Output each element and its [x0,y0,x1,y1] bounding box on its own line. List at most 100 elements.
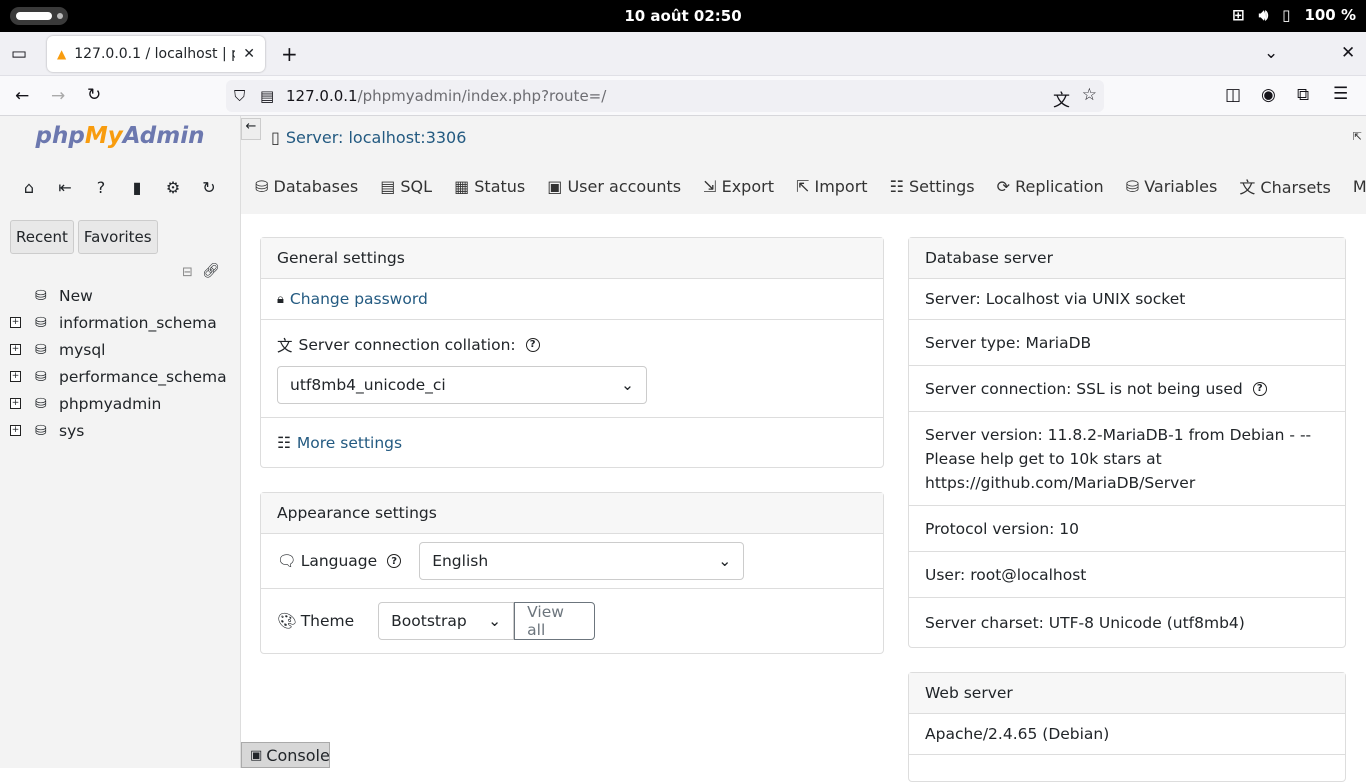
collapse-sidebar-icon[interactable]: ← [241,118,261,140]
expand-icon[interactable]: + [10,398,21,409]
help-icon[interactable]: ? [525,337,540,352]
home-icon[interactable]: ⌂ [20,178,38,197]
general-settings-card: General settings 🔒︎ Change password 文 Se… [260,237,884,468]
expand-icon[interactable]: + [10,317,21,328]
reload-nav-icon[interactable]: ↻ [200,178,218,197]
recent-button[interactable]: Recent [10,220,74,254]
collation-row: 文 Server connection collation: ? utf8mb4… [261,320,883,418]
pocket-icon[interactable]: ◫ [1225,85,1241,105]
url-bar[interactable]: ⛉ ▤ 127.0.0.1/phpmyadmin/index.php?route… [226,80,1104,112]
expand-icon[interactable]: + [10,371,21,382]
forward-icon[interactable]: → [51,86,65,106]
tab-more[interactable]: More ▾ [1353,177,1366,196]
pma-favicon-icon: ▲ [57,47,67,61]
tab-label: SQL [400,176,433,196]
gear-icon[interactable]: ⚙ [164,178,182,197]
browser-tab[interactable]: ▲ 127.0.0.1 / localhost | phpMyAdmin ✕ [47,36,265,72]
theme-select[interactable]: Bootstrap ⌄ [378,602,515,640]
tree-item-sys[interactable]: + ⛁ sys [10,417,235,444]
tab-export[interactable]: ⇲ Export [703,177,774,196]
server-icon: ▯ [271,127,280,147]
language-value: English [432,552,489,570]
card-title: Appearance settings [261,493,883,534]
collapse-all-icon[interactable]: ⊟ [182,265,193,280]
change-password-row: 🔒︎ Change password [261,279,883,320]
info-row: Protocol version: 10 [909,506,1345,552]
tree-item-new[interactable]: ⛁ New [10,282,235,309]
docs-icon[interactable]: ▮ [128,178,146,197]
account-icon[interactable]: ◉ [1261,85,1276,105]
network-icon: ⊞ [1232,6,1245,24]
close-window-icon[interactable]: ✕ [1341,43,1355,63]
collation-select[interactable]: utf8mb4_unicode_ci ⌄ [277,365,647,404]
help-icon[interactable]: ? [1252,381,1267,396]
close-tab-icon[interactable]: ✕ [243,46,255,62]
tree-label: mysql [59,340,106,359]
language-row: 🗨︎ Language ? English ⌄ [261,534,883,589]
pma-logo[interactable]: php My Admin [0,116,240,156]
pma-sidebar: php My Admin ⌂ ⇤ ? ▮ ⚙ ↻ Recent Favorites … [0,116,241,768]
list-tabs-icon[interactable]: ⌄ [1264,43,1278,63]
database-icon: ⛁ [35,314,47,331]
db-tree: ⛁ New + ⛁ information_schema + ⛁ mysql + ⛁ perf… [10,282,235,444]
volume-icon: 🔊︎ [1258,6,1269,24]
scroll-top-icon[interactable]: ⇱ [1353,130,1362,143]
help-icon[interactable]: ? [387,554,402,568]
chevron-down-icon: ⌄ [488,612,502,630]
tree-item-information-schema[interactable]: + ⛁ information_schema [10,309,235,336]
console-toggle[interactable]: ▣ Console [241,742,330,768]
shield-icon[interactable]: ⛉ [234,87,245,105]
tab-label: Status [474,176,526,196]
favorites-button[interactable]: Favorites [77,220,158,254]
link-icon[interactable]: 🔗︎ [202,263,220,279]
lock-icon: 🔒︎ [277,291,284,307]
tree-label: performance_schema [59,367,227,386]
tab-overview-icon[interactable]: ▭ [11,44,27,64]
tab-replication[interactable]: ⟳ Replication [997,177,1104,196]
page-info-icon[interactable]: ▤ [260,87,274,105]
tab-label: Settings [909,176,975,196]
language-select[interactable]: English ⌄ [419,542,745,580]
tab-status[interactable]: ▦ Status [454,177,525,196]
server-breadcrumb: ▯ Server: localhost:3306 ⇱ [241,116,1366,158]
database-icon: ⛁ [35,368,47,385]
tree-item-mysql[interactable]: + ⛁ mysql [10,336,235,363]
ssl-label: Server connection: SSL is not being used [925,379,1243,398]
tree-item-phpmyadmin[interactable]: + ⛁ phpmyadmin [10,390,235,417]
change-password-link[interactable]: Change password [290,290,428,308]
more-settings-link[interactable]: More settings [297,434,402,452]
back-icon[interactable]: ← [15,86,29,106]
database-icon: ⛁ [35,341,47,358]
translate-icon[interactable]: 文 [1053,86,1070,111]
tab-settings[interactable]: ☷ Settings [890,177,975,196]
tab-import[interactable]: ⇱ Import [796,177,868,196]
tree-label: sys [59,421,85,440]
theme-value: Bootstrap [391,612,467,630]
battery-label: 100 % [1304,6,1356,24]
help-icon[interactable]: ? [92,178,110,197]
new-tab-button[interactable]: + [281,42,298,66]
logout-icon[interactable]: ⇤ [56,178,74,197]
menu-icon[interactable]: ☰ [1333,84,1348,104]
tab-databases[interactable]: ⛁ Databases [255,177,358,196]
tree-item-performance-schema[interactable]: + ⛁ performance_schema [10,363,235,390]
expand-icon[interactable]: + [10,425,21,436]
tab-charsets[interactable]: 文 Charsets [1239,174,1331,198]
system-tray[interactable]: ⊞ 🔊︎ ▯ 100 % [1232,6,1356,24]
tab-label: User accounts [567,176,682,196]
tab-sql[interactable]: ▤ SQL [380,177,432,196]
expand-icon[interactable]: + [10,344,21,355]
bookmark-star-icon[interactable]: ☆ [1082,85,1097,105]
tab-title: 127.0.0.1 / localhost | phpMyAdmin [74,46,235,62]
console-label: Console [266,745,330,765]
server-link[interactable]: Server: localhost:3306 [286,128,467,147]
palette-icon: 🎨︎ [277,612,297,630]
view-all-button[interactable]: View all [514,602,596,640]
extensions-icon[interactable]: ⧉ [1297,85,1309,105]
clock[interactable]: 10 août 02:50 [0,7,1366,25]
recent-favorites: Recent Favorites [10,220,158,254]
tab-user-accounts[interactable]: ▣ User accounts [547,177,681,196]
tab-variables[interactable]: ⛁ Variables [1126,177,1218,196]
reload-icon[interactable]: ↻ [87,85,101,105]
logo-admin: Admin [122,123,205,149]
